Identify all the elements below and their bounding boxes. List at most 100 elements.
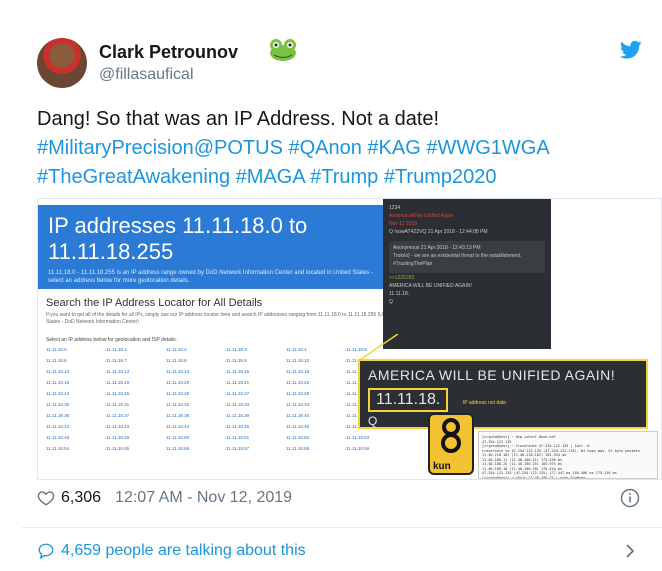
- twitter-bird-icon[interactable]: [620, 40, 642, 60]
- ip-address-link[interactable]: 11.11.18.40: [286, 411, 346, 420]
- info-icon[interactable]: [620, 488, 640, 508]
- q-post-panel: 1234 America will be Unified Again Nov 1…: [383, 199, 551, 349]
- ip-address-link[interactable]: 11.11.18.2: [166, 345, 226, 354]
- america-callout-title: AMERICA WILL BE UNIFIED AGAIN!: [368, 367, 616, 383]
- like-count[interactable]: 6,306: [61, 489, 101, 507]
- ip-address-link[interactable]: 11.11.18.30: [46, 400, 106, 409]
- tweet-line-1: Dang! So that was an IP Address. Not a d…: [37, 108, 440, 130]
- author-handle[interactable]: @fillasaufical: [99, 66, 194, 84]
- america-callout-ip: 11.11.18.: [368, 388, 449, 412]
- ip-address-link[interactable]: 11.11.18.59: [346, 444, 406, 453]
- america-callout-q: Q: [368, 414, 378, 428]
- q-reply-ref: >>1226283: [389, 275, 415, 281]
- ip-address-link[interactable]: 11.11.18.44: [166, 422, 226, 431]
- conversation-link[interactable]: 4,659 people are talking about this: [37, 542, 306, 560]
- ip-address-grid: 11.11.18.0 11.11.18.1 11.11.18.2 11.11.18.3…: [46, 345, 406, 453]
- ip-address-link[interactable]: 11.11.18.16: [286, 367, 346, 376]
- divider: [22, 527, 662, 528]
- ip-address-link[interactable]: 11.11.18.48: [46, 433, 106, 442]
- avatar[interactable]: [37, 38, 87, 88]
- ip-address-link[interactable]: 11.11.18.31: [106, 400, 166, 409]
- ip-address-link[interactable]: 11.11.18.13: [106, 367, 166, 376]
- ip-address-link[interactable]: 11.11.18.58: [286, 444, 346, 453]
- ip-address-link[interactable]: 11.11.18.25: [106, 389, 166, 398]
- tweet-hashtags-line-2[interactable]: #MilitaryPrecision@POTUS #QAnon #KAG #WW…: [37, 134, 637, 163]
- ip-address-link[interactable]: 11.11.18.19: [106, 378, 166, 387]
- 8kun-logo-mark: [441, 418, 461, 453]
- q-post-date: Nov 11 2018: [389, 221, 417, 227]
- tweet-timestamp[interactable]: 12:07 AM - Nov 12, 2019: [115, 489, 292, 507]
- ip-address-link[interactable]: 11.11.18.54: [46, 444, 106, 453]
- ip-address-link[interactable]: 11.11.18.49: [106, 433, 166, 442]
- q-post-number: 1234: [389, 205, 401, 211]
- author-name[interactable]: Clark Petrounov: [99, 42, 238, 63]
- ip-address-link[interactable]: 11.11.18.8: [166, 356, 226, 365]
- tweet-hashtags-line-3[interactable]: #TheGreatAwakening #MAGA #Trump #Trump20…: [37, 163, 637, 192]
- ip-address-link[interactable]: 11.11.18.32: [166, 400, 226, 409]
- ip-address-link[interactable]: 11.11.18.51: [226, 433, 286, 442]
- ip-address-link[interactable]: 11.11.18.14: [166, 367, 226, 376]
- ip-address-link[interactable]: 11.11.18.37: [106, 411, 166, 420]
- ip-address-link[interactable]: 11.11.18.12: [46, 367, 106, 376]
- q-reply-ip: 11.11.18.: [389, 291, 410, 297]
- conversation-text[interactable]: 4,659 people are talking about this: [61, 542, 306, 560]
- ip-address-link[interactable]: 11.11.18.15: [226, 367, 286, 376]
- ip-address-link[interactable]: 11.11.18.0: [46, 345, 106, 354]
- speech-bubble-icon: [38, 543, 54, 560]
- ip-range-subtitle: 11.11.18.0 - 11.11.18.255 is an IP addre…: [48, 270, 373, 284]
- america-callout-note: IP address not date.: [462, 400, 508, 406]
- tweet-media-image[interactable]: IP addresses 11.11.18.0 to 11.11.18.255 …: [37, 198, 662, 480]
- chevron-right-icon[interactable]: [624, 543, 636, 559]
- heart-icon[interactable]: [37, 489, 55, 507]
- ip-address-link[interactable]: 11.11.18.22: [286, 378, 346, 387]
- ip-address-link[interactable]: 11.11.18.27: [226, 389, 286, 398]
- q-post-timestamp: 21 Apr 2018 - 12:44:08 PM: [427, 229, 488, 235]
- ip-address-link[interactable]: 11.11.18.34: [286, 400, 346, 409]
- ip-address-link[interactable]: 11.11.18.55: [106, 444, 166, 453]
- ip-address-link[interactable]: 11.11.18.1: [106, 345, 166, 354]
- ip-address-link[interactable]: 11.11.18.52: [286, 433, 346, 442]
- ip-address-link[interactable]: 11.11.18.24: [46, 389, 106, 398]
- q-anon-time: 21 Apr 2018 - 12:43:13 PM: [420, 245, 481, 251]
- tweet-card: Clark Petrounov @fillasaufical Dang! So …: [0, 0, 662, 571]
- ip-address-link[interactable]: 11.11.18.4: [286, 345, 346, 354]
- ip-address-link[interactable]: 11.11.18.42: [46, 422, 106, 431]
- q-anon-tag: #TrustingThePlan: [393, 261, 433, 267]
- terminal-line: [crypto@host] ~ whois 11.40.100.25 | gre…: [482, 475, 586, 479]
- 8kun-logo-text: kun: [433, 461, 451, 472]
- ip-address-link[interactable]: 11.11.18.43: [106, 422, 166, 431]
- ip-address-link[interactable]: 11.11.18.20: [166, 378, 226, 387]
- ip-address-link[interactable]: 11.11.18.36: [46, 411, 106, 420]
- ip-address-link[interactable]: 11.11.18.3: [226, 345, 286, 354]
- america-unified-callout: AMERICA WILL BE UNIFIED AGAIN! 11.11.18.…: [358, 359, 648, 429]
- q-reply-text: AMERICA WILL BE UNIFIED AGAIN!: [389, 283, 472, 289]
- ip-locator-section: Search the IP Address Locator for All De…: [46, 297, 406, 326]
- ip-address-link[interactable]: 11.11.18.50: [166, 433, 226, 442]
- tweet-meta: 6,306 12:07 AM - Nov 12, 2019: [37, 489, 292, 507]
- ip-address-link[interactable]: 11.11.18.45: [226, 422, 286, 431]
- ip-address-link[interactable]: 11.11.18.33: [226, 400, 286, 409]
- frog-emoji-icon: [270, 39, 296, 61]
- q-reply-letter: Q: [389, 299, 393, 305]
- ip-address-link[interactable]: 11.11.18.6: [46, 356, 106, 365]
- ip-address-link[interactable]: 11.11.18.26: [166, 389, 226, 398]
- ip-address-link[interactable]: 11.11.18.28: [286, 389, 346, 398]
- ip-address-link[interactable]: 11.11.18.21: [226, 378, 286, 387]
- ip-address-link[interactable]: 11.11.18.7: [106, 356, 166, 365]
- q-anon-name: Anonymous: [393, 245, 420, 251]
- ip-address-link[interactable]: 11.11.18.56: [166, 444, 226, 453]
- ip-address-link[interactable]: 11.11.18.38: [166, 411, 226, 420]
- ip-address-link[interactable]: 11.11.18.39: [226, 411, 286, 420]
- ip-locator-subtitle: If you want to get all of the details fo…: [46, 312, 394, 325]
- tweet-text: Dang! So that was an IP Address. Not a d…: [37, 105, 637, 192]
- ip-range-title: IP addresses 11.11.18.0 to 11.11.18.255: [48, 213, 308, 264]
- q-post-author: Q !xowAT4Z3VQ: [389, 229, 427, 235]
- ip-address-link[interactable]: 11.11.18.9: [226, 356, 286, 365]
- ip-address-link[interactable]: 11.11.18.53: [346, 433, 406, 442]
- ip-address-link[interactable]: 11.11.18.46: [286, 422, 346, 431]
- terminal-screenshot: [crypto@host] ~ dig +short 8kun.net 47.25…: [478, 431, 658, 479]
- ip-address-link[interactable]: 11.11.18.18: [46, 378, 106, 387]
- ip-range-header: IP addresses 11.11.18.0 to 11.11.18.255 …: [38, 205, 408, 289]
- ip-address-link[interactable]: 11.11.18.10: [286, 356, 346, 365]
- ip-address-link[interactable]: 11.11.18.57: [226, 444, 286, 453]
